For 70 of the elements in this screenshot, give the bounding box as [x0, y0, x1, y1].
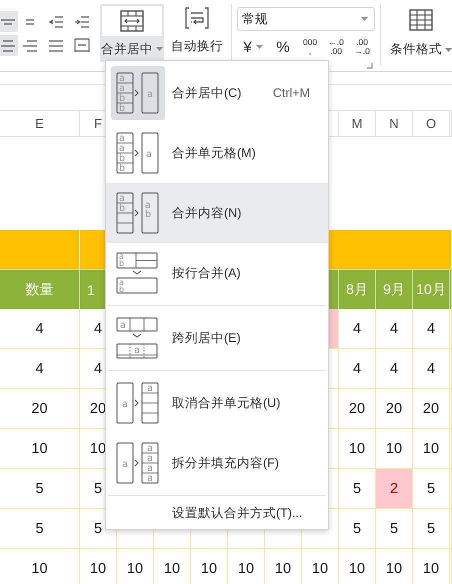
table-cell: 10 [191, 549, 228, 584]
number-format-button[interactable]: .00 →.0 [349, 38, 376, 56]
column-header[interactable]: E [0, 111, 80, 136]
column-header[interactable]: N [376, 111, 413, 136]
table-cell: 4 [413, 309, 450, 349]
table-cell: 10 [413, 549, 450, 584]
table-grid-icon [409, 9, 433, 31]
menu-item[interactable]: a b a b 合并内容(N) [106, 183, 328, 243]
table-cell: 4 [413, 349, 450, 389]
number-format-dropdown[interactable]: 常规 [237, 7, 376, 31]
table-cell: 4 [339, 349, 376, 389]
table-cell: 5 [0, 469, 80, 509]
align-justify-icon [48, 40, 64, 52]
table-cell: 10 [228, 549, 265, 584]
table-cell: 5 [339, 509, 376, 549]
table-cell: 4 [376, 349, 413, 389]
shortcut-label: Ctrl+M [272, 86, 310, 100]
table-cell: 10 [0, 429, 80, 469]
number-format-button[interactable]: ←.0 .00 [323, 38, 350, 56]
align-center-icon [0, 40, 16, 52]
align-right-icon [22, 40, 38, 52]
header-cell: 8月 [339, 269, 376, 309]
header-cell: 10月 [413, 269, 450, 309]
table-cell: 10 [265, 549, 302, 584]
dialog-launcher-icon[interactable] [367, 63, 374, 69]
table-cell: 10 [154, 549, 191, 584]
table-cell: 4 [376, 309, 413, 349]
wrap-text-icon [185, 7, 209, 29]
table-cell: 10 [117, 549, 154, 584]
table-cell: 10 [339, 429, 376, 469]
align-indent-decrease-icon [48, 16, 64, 28]
table-cell: 5 [376, 509, 413, 549]
caret-icon [445, 48, 452, 52]
table-cell: 20 [339, 389, 376, 429]
table-cell: 10 [80, 549, 117, 584]
column-header[interactable]: M [339, 111, 376, 136]
number-format-button[interactable]: 000 , [297, 38, 324, 56]
table-cell: 4 [0, 349, 80, 389]
table-cell: 5 [413, 469, 450, 509]
caret-icon [256, 45, 263, 49]
currency-button[interactable]: ¥ [237, 38, 270, 56]
table-cell: 10 [376, 549, 413, 584]
table-cell: 20 [413, 389, 450, 429]
align-top-icon [0, 18, 16, 24]
table-cell: 10 [0, 549, 80, 584]
menu-item[interactable]: a a 跨列居中(E) [106, 308, 328, 368]
table-cell: 5 [413, 509, 450, 549]
align-top-button[interactable] [0, 11, 18, 32]
table-cell: 10 [339, 549, 376, 584]
table-cell: 5 [0, 509, 80, 549]
table-cell: 4 [339, 309, 376, 349]
align-center-button[interactable] [0, 35, 18, 56]
column-header[interactable]: O [413, 111, 450, 136]
table-cell: 4 [0, 309, 80, 349]
caret-icon [156, 47, 163, 51]
header-cell: 数量 [0, 269, 80, 309]
table-cell: 2 [376, 469, 413, 509]
table-cell: 10 [302, 549, 339, 584]
percent-button[interactable]: % [269, 38, 298, 56]
merge-cells-icon [120, 10, 144, 32]
table-cell: 20 [0, 389, 80, 429]
align-indent-increase-icon [74, 16, 90, 28]
table-cell: 10 [413, 429, 450, 469]
header-cell: 9月 [376, 269, 413, 309]
wrap-text-button[interactable]: 自动换行 [168, 7, 226, 62]
caret-icon [361, 17, 368, 21]
conditional-format-button[interactable]: 条件格式 [390, 9, 452, 58]
merge-center-button[interactable]: 合并居中 [100, 4, 164, 62]
align-distributed-icon [74, 38, 90, 53]
table-cell: 20 [376, 389, 413, 429]
